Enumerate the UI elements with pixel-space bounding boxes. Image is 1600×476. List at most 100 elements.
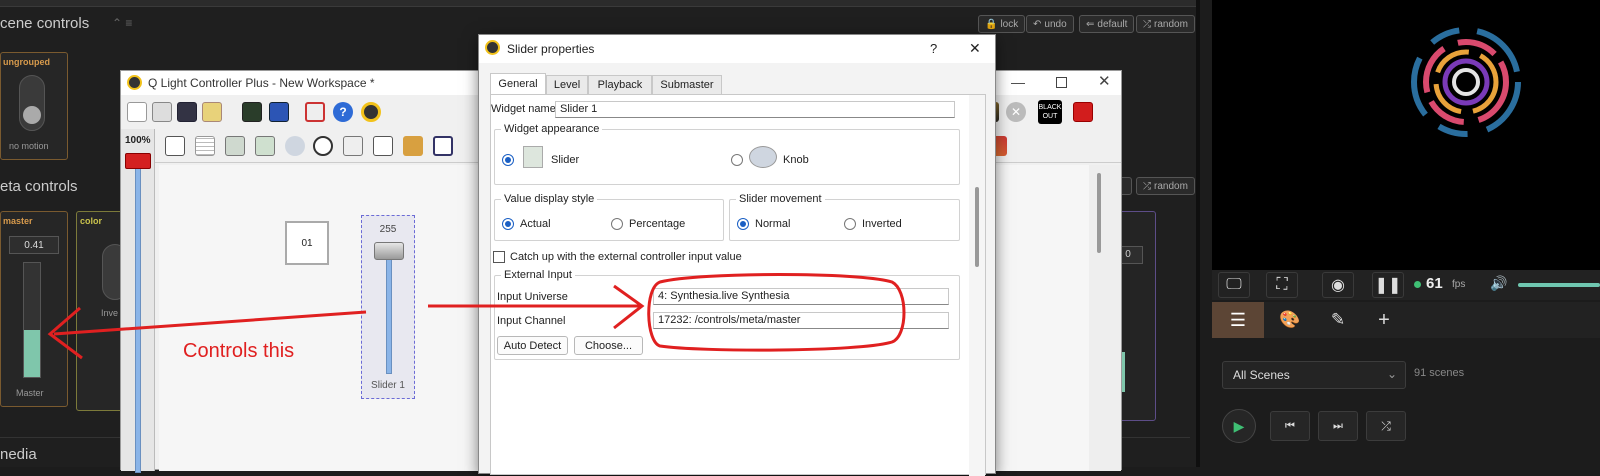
percentage-label: Percentage (629, 218, 686, 230)
tab-playback[interactable]: Playback (588, 75, 652, 94)
undo-button[interactable]: ↶ undo (1026, 15, 1074, 33)
monitor-button[interactable]: 🖵 (1218, 272, 1250, 298)
collapse-icon[interactable]: ⌃ ≡ (112, 16, 132, 30)
edit-icon[interactable] (202, 102, 222, 122)
widget-name-field[interactable]: Slider 1 (555, 101, 955, 118)
vc-button-01[interactable]: 01 (285, 221, 329, 265)
tab-general[interactable]: General (490, 73, 546, 94)
preview-area (1212, 0, 1600, 270)
input-universe-field[interactable]: 4: Synthesia.live Synthesia (653, 288, 949, 305)
dialog-help-button[interactable]: ? (930, 41, 937, 56)
blackout-button[interactable]: BLACK OUT (1038, 100, 1062, 124)
new-icon[interactable] (127, 102, 147, 122)
dialog-scroll-thumb[interactable] (975, 187, 979, 267)
pencil-icon: ✎ (1330, 310, 1346, 329)
cue-list-icon[interactable] (373, 136, 393, 156)
master-caption: Master (16, 388, 44, 398)
catch-up-checkbox[interactable] (493, 251, 505, 263)
tab-edit[interactable]: ✎ (1318, 302, 1358, 338)
fps-dot (1414, 281, 1421, 288)
label-icon[interactable] (433, 136, 453, 156)
slider-tool-icon[interactable] (225, 136, 245, 156)
save-icon[interactable] (177, 102, 197, 122)
vc-slider-handle[interactable] (374, 242, 404, 260)
scene-controls-title: cene controls (0, 15, 90, 32)
shuffle-button[interactable]: ⤮ (1366, 411, 1406, 441)
catch-up-label: Catch up with the external controller in… (510, 251, 742, 263)
percentage-radio[interactable] (611, 218, 623, 230)
frame-icon[interactable] (165, 136, 185, 156)
matrix-icon[interactable] (195, 136, 215, 156)
fullscreen-icon[interactable] (305, 102, 325, 122)
vc-scroll-thumb[interactable] (1097, 173, 1101, 253)
about-icon[interactable] (361, 102, 381, 122)
slider-properties-dialog: Slider properties ? ✕ General Level Play… (478, 34, 996, 476)
speed-dial-icon[interactable] (403, 136, 423, 156)
vc-slider-widget[interactable]: 255 Slider 1 (361, 215, 415, 399)
previous-button[interactable]: ⏮ (1270, 411, 1310, 441)
skip-forward-icon: ⏭ (1333, 420, 1343, 432)
master-value-field[interactable]: 0.41 (9, 236, 59, 254)
back-icon: ⇐ (1086, 18, 1095, 30)
motion-toggle[interactable] (19, 75, 45, 131)
tab-playback-label: Playback (597, 79, 643, 91)
volume-slider[interactable] (1518, 283, 1600, 287)
next-button[interactable]: ⏭ (1318, 411, 1358, 441)
clock-icon[interactable] (313, 136, 333, 156)
volume-icon[interactable]: 🔊 (1490, 275, 1507, 292)
qlc-title: Q Light Controller Plus - New Workspace … (148, 76, 375, 90)
random-label: random (1154, 18, 1188, 30)
grid-icon[interactable] (269, 102, 289, 122)
fullscreen-button[interactable]: ⛶ (1266, 272, 1298, 298)
input-channel-field[interactable]: 17232: /controls/meta/master (653, 312, 949, 329)
undo-icon: ↶ (1033, 18, 1042, 30)
tab-list[interactable]: ☰ (1212, 302, 1264, 338)
auto-detect-button[interactable]: Auto Detect (497, 336, 568, 355)
color-panel: color Inve (76, 211, 128, 411)
eye-button[interactable]: ◉ (1322, 272, 1354, 298)
nav-tabs: ☰ 🎨 ✎ + (1212, 302, 1600, 338)
shuffle-icon: ⤮ (1143, 18, 1151, 30)
help-icon[interactable]: ? (333, 102, 353, 122)
qlc-maximize-button[interactable] (1056, 77, 1067, 88)
vc-scrollbar[interactable] (1089, 165, 1121, 471)
normal-radio[interactable] (737, 218, 749, 230)
color-caption: Inve (101, 308, 119, 318)
media-title: nedia (0, 446, 37, 463)
actual-radio[interactable] (502, 218, 514, 230)
inverted-radio[interactable] (844, 218, 856, 230)
record-icon[interactable] (1073, 102, 1093, 122)
slider-radio[interactable] (502, 154, 514, 166)
tab-add[interactable]: + (1364, 302, 1404, 338)
scene-select[interactable]: All Scenes ⌄ (1222, 361, 1406, 389)
dialog-title: Slider properties (507, 42, 595, 56)
monitor-icon[interactable] (242, 102, 262, 122)
tab-palette[interactable]: 🎨 (1270, 302, 1310, 338)
play-button[interactable]: ▶ (1222, 409, 1256, 443)
knob-option-icon (749, 146, 777, 168)
random-button[interactable]: ⤮ random (1136, 15, 1195, 33)
knob-radio[interactable] (731, 154, 743, 166)
qlc-minimize-button[interactable]: — (1011, 74, 1025, 90)
tab-submaster[interactable]: Submaster (652, 75, 722, 94)
xy-pad-icon[interactable] (343, 136, 363, 156)
grand-master-handle[interactable] (125, 153, 151, 169)
choose-button[interactable]: Choose... (574, 336, 643, 355)
value-display-group: Value display style Actual Percentage (494, 193, 724, 241)
meta-random-button[interactable]: ⤮ random (1136, 177, 1195, 195)
scene-count: 91 scenes (1414, 367, 1465, 379)
lock-button[interactable]: 🔒 lock (978, 15, 1026, 33)
dialog-close-button[interactable]: ✕ (969, 40, 981, 57)
qlc-close-button[interactable]: ✕ (1098, 72, 1111, 90)
zoom-label: 100% (125, 135, 151, 146)
dialog-scrollbar[interactable] (969, 95, 985, 476)
pause-button[interactable]: ❚❚ (1372, 272, 1404, 298)
multi-slider-icon[interactable] (255, 136, 275, 156)
grand-master-track[interactable] (135, 153, 141, 473)
print-icon[interactable] (152, 102, 172, 122)
master-slider[interactable] (23, 262, 41, 378)
default-button[interactable]: ⇐ default (1079, 15, 1135, 33)
stop-icon[interactable]: ✕ (1006, 102, 1026, 122)
tab-level[interactable]: Level (546, 75, 588, 94)
knob-tool-icon[interactable] (285, 136, 305, 156)
